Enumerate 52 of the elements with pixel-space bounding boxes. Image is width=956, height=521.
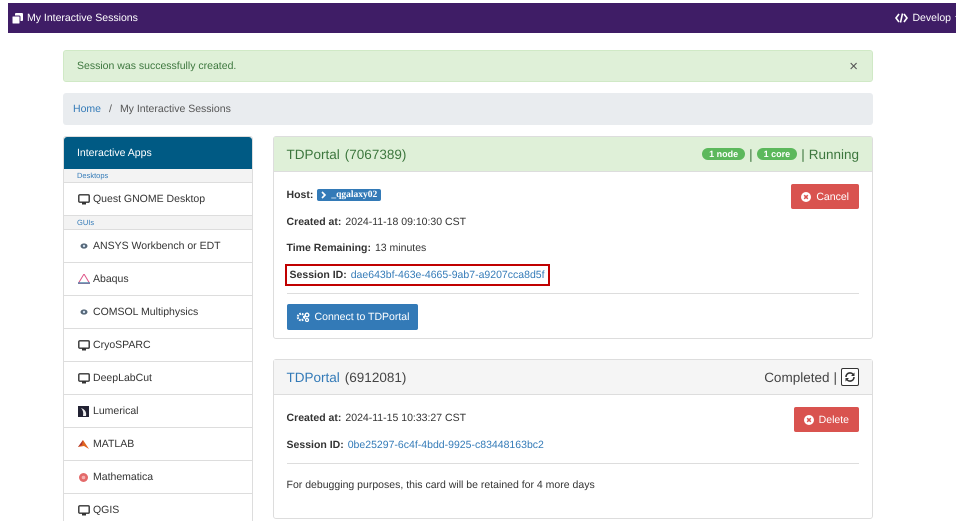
session-id-link[interactable]: dae643bf-463e-4665-9ab7-a9207cca8d5f [350,268,545,281]
triangle-icon [78,274,90,284]
connect-button[interactable]: Connect to TDPortal [286,304,418,330]
job-id: (6912081) [344,370,406,384]
monitor-icon [78,372,90,384]
status-text: Completed [764,370,830,384]
session-id-link[interactable]: 0be25297-6c4f-4bdd-9925-c83448163bc2 [348,438,544,451]
delete-button[interactable]: Delete [794,407,859,432]
job-id: (7067389) [344,146,406,162]
breadcrumb-separator: / [109,103,112,115]
breadcrumb-current: My Interactive Sessions [120,103,231,115]
cancel-button[interactable]: Cancel [791,184,859,209]
retention-note: For debugging purposes, this card will be retained for 4 more days [286,478,596,493]
close-circle-icon [801,192,812,202]
field-value: 2024-11-15 10:33:27 CST [345,412,466,424]
resource-badge: 1 core [756,148,798,160]
refresh-icon [844,371,856,383]
field-label: Session ID: [290,268,347,281]
peak-icon [78,439,89,449]
refresh-button[interactable] [841,368,859,386]
monitor-icon [78,194,90,204]
field-label: Time Remaining: [286,242,371,254]
close-button[interactable]: × [849,58,858,74]
alert-message: Session was successfully created. [77,60,236,72]
field-value: 2024-11-18 09:10:30 CST [345,216,466,228]
gears-icon [296,312,310,322]
monitor-icon [78,340,90,350]
breadcrumb-link[interactable]: Home [73,103,102,115]
separator: | [833,370,837,384]
resource-badge: 1 node [702,148,746,160]
field-label: Host: [286,189,314,202]
field-label: Session ID: [286,438,344,451]
status-text: Running [808,146,859,162]
field-label: Created at: [286,412,342,424]
code-icon [895,13,908,23]
separator: | [801,146,805,162]
windows-icon [12,12,23,24]
app-name: TDPortal [286,146,340,162]
monitor-icon [78,504,90,516]
field-label: Created at: [286,216,342,228]
separator: | [749,146,753,162]
flower-icon [78,472,89,482]
dot-icon [80,309,88,315]
develop-menu[interactable]: Develop [895,12,956,24]
app-link[interactable]: TDPortal [286,370,340,384]
dot-icon [80,243,88,249]
close-circle-icon [804,414,814,424]
field-value: 13 minutes [374,242,426,254]
sidebar-title: Interactive Apps [64,137,252,169]
square-icon [78,406,89,416]
navbar-brand[interactable]: My Interactive Sessions [12,12,138,24]
host-badge[interactable]: _qgalaxy02 [317,189,382,202]
